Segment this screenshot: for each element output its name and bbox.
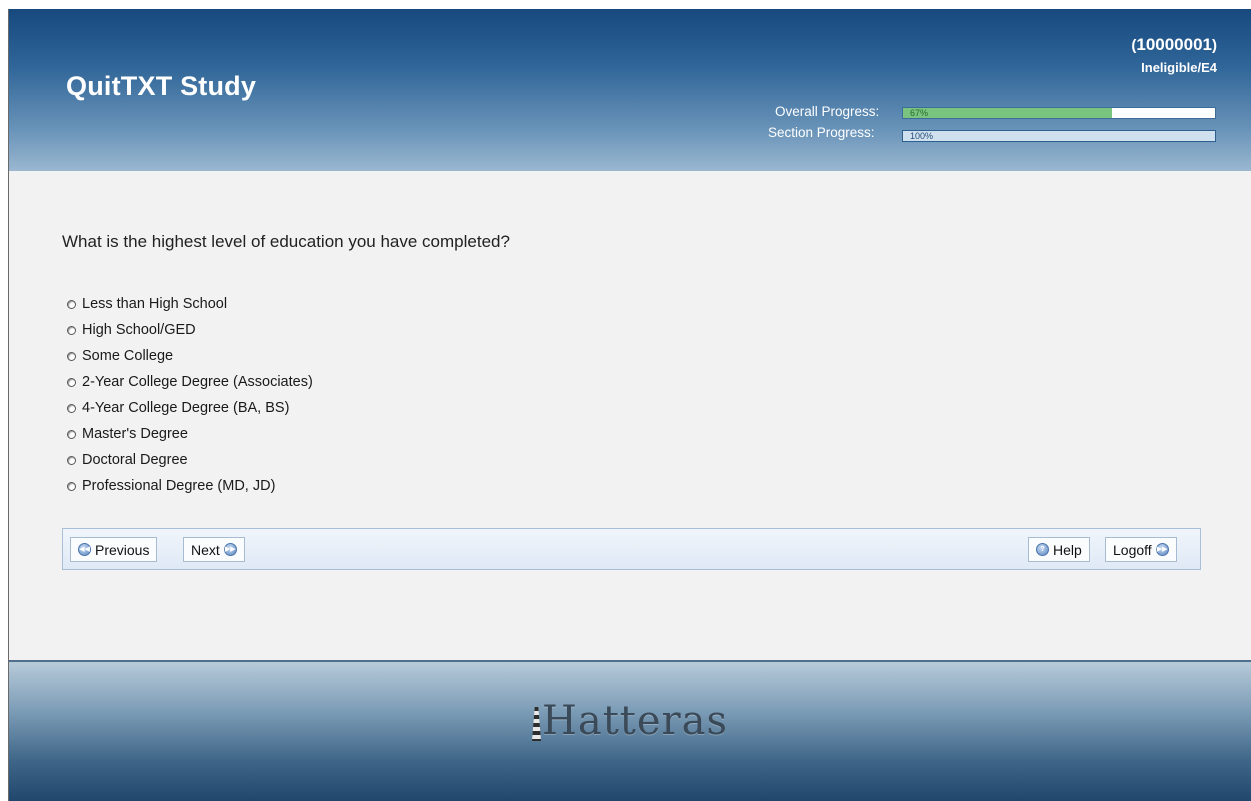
logoff-button[interactable]: Logoff ▶▶ bbox=[1105, 537, 1177, 562]
previous-button[interactable]: ◀◀ Previous bbox=[70, 537, 158, 562]
option-label: Professional Degree (MD, JD) bbox=[82, 478, 276, 494]
option-less-than-high-school[interactable]: Less than High School bbox=[67, 291, 313, 317]
radio-button[interactable] bbox=[67, 325, 76, 335]
radio-button[interactable] bbox=[67, 377, 76, 387]
logoff-button-label: Logoff bbox=[1113, 541, 1152, 558]
radio-button[interactable] bbox=[67, 429, 76, 439]
help-button[interactable]: ? Help bbox=[1028, 537, 1090, 562]
option-4-year-degree[interactable]: 4-Year College Degree (BA, BS) bbox=[67, 395, 313, 421]
help-button-label: Help bbox=[1053, 541, 1082, 558]
footer: Hatteras bbox=[9, 660, 1251, 801]
overall-progress-fill bbox=[903, 108, 1113, 118]
rewind-circle-icon: ◀◀ bbox=[78, 543, 91, 556]
radio-button[interactable] bbox=[67, 481, 76, 491]
option-label: 4-Year College Degree (BA, BS) bbox=[82, 400, 290, 416]
section-progress-bar: 100% bbox=[902, 130, 1216, 142]
option-some-college[interactable]: Some College bbox=[67, 343, 313, 369]
fast-forward-circle-icon: ▶▶ bbox=[223, 543, 237, 556]
option-label: Less than High School bbox=[82, 296, 228, 312]
navigation-bar: ◀◀ Previous Next ▶▶ ? Help Logoff ▶▶ bbox=[62, 528, 1201, 570]
section-progress-fill bbox=[903, 131, 1215, 141]
option-label: High School/GED bbox=[82, 322, 196, 338]
radio-button[interactable] bbox=[67, 299, 76, 309]
page-frame: QuitTXT Study (10000001) Ineligible/E4 O… bbox=[8, 9, 1251, 801]
option-high-school-ged[interactable]: High School/GED bbox=[67, 317, 313, 343]
option-masters-degree[interactable]: Master's Degree bbox=[67, 421, 313, 447]
participant-status: Ineligible/E4 bbox=[1141, 60, 1217, 75]
participant-id: (10000001) bbox=[1131, 35, 1217, 54]
option-2-year-degree[interactable]: 2-Year College Degree (Associates) bbox=[67, 369, 313, 395]
section-progress-label: Section Progress: bbox=[768, 125, 875, 140]
radio-button[interactable] bbox=[67, 351, 76, 361]
overall-progress-bar: 67% bbox=[902, 107, 1216, 119]
hatteras-logo: Hatteras bbox=[532, 701, 728, 741]
participant-id-value: 10000001 bbox=[1136, 35, 1212, 54]
lighthouse-icon bbox=[532, 707, 541, 741]
option-label: Doctoral Degree bbox=[82, 452, 188, 468]
option-label: 2-Year College Degree (Associates) bbox=[82, 374, 313, 390]
app-title: QuitTXT Study bbox=[66, 71, 257, 101]
help-circle-icon: ? bbox=[1036, 543, 1049, 556]
next-button-label: Next bbox=[191, 541, 220, 558]
next-button[interactable]: Next ▶▶ bbox=[183, 537, 245, 562]
option-label: Master's Degree bbox=[82, 426, 188, 442]
radio-button[interactable] bbox=[67, 455, 76, 465]
radio-button[interactable] bbox=[67, 403, 76, 413]
overall-progress-percent: 67% bbox=[910, 108, 929, 118]
answer-options: Less than High School High School/GED So… bbox=[67, 291, 313, 499]
question-text: What is the highest level of education y… bbox=[62, 232, 510, 251]
option-label: Some College bbox=[82, 348, 174, 364]
logo-text: Hatteras bbox=[542, 698, 729, 744]
header: QuitTXT Study (10000001) Ineligible/E4 O… bbox=[9, 9, 1251, 171]
section-progress-percent: 100% bbox=[910, 131, 934, 141]
previous-button-label: Previous bbox=[95, 541, 150, 558]
option-professional-degree[interactable]: Professional Degree (MD, JD) bbox=[67, 473, 313, 499]
overall-progress-label: Overall Progress: bbox=[775, 104, 880, 119]
fast-forward-circle-icon: ▶▶ bbox=[1155, 543, 1169, 556]
option-doctoral-degree[interactable]: Doctoral Degree bbox=[67, 447, 313, 473]
